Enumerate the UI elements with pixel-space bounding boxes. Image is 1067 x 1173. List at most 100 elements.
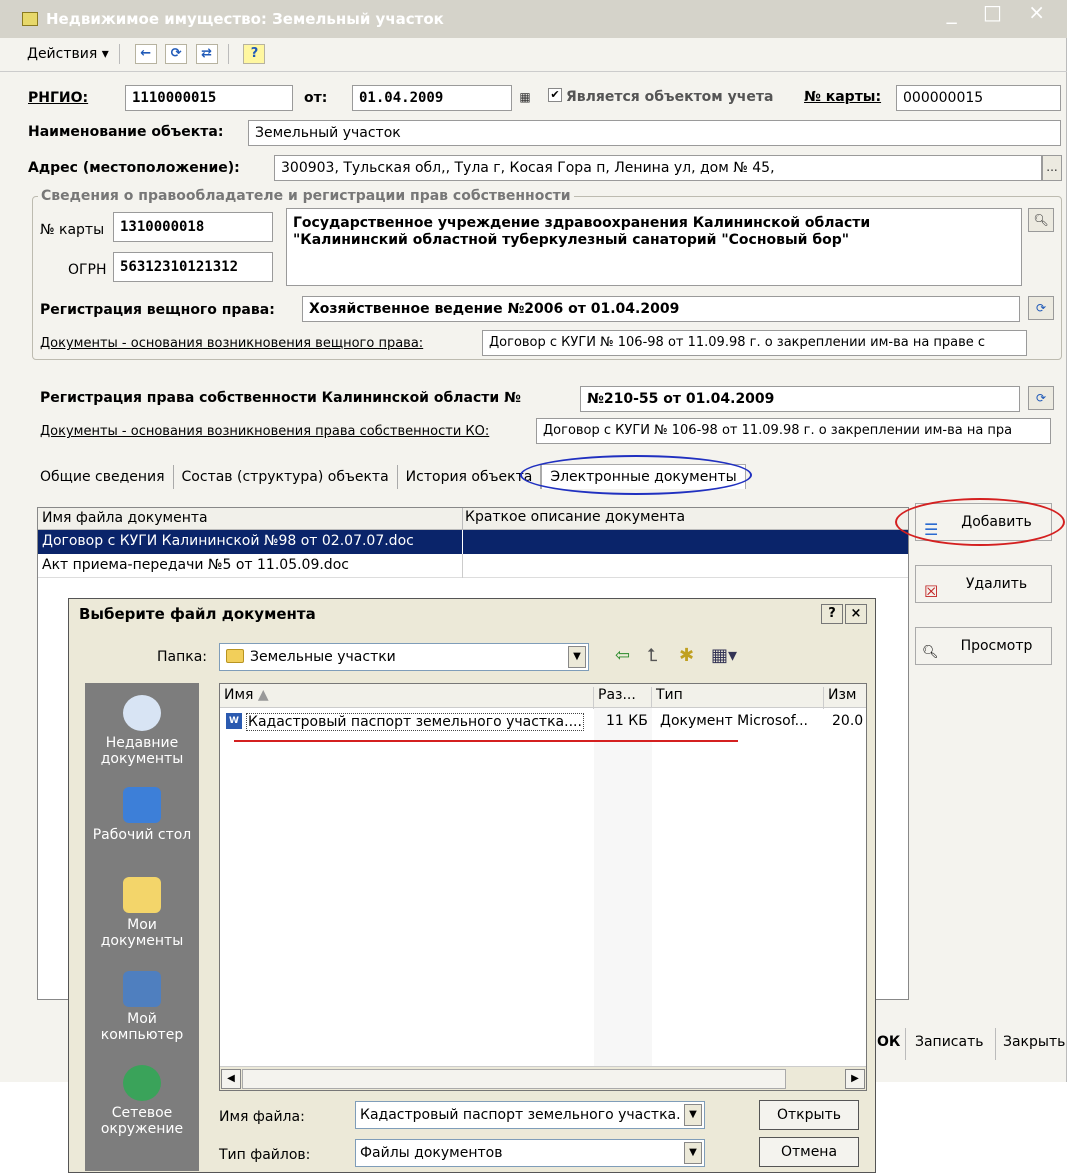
real-right-docs-label: Документы - основания возникновения вещн… [40, 336, 424, 351]
window-controls[interactable]: _ □ × [947, 0, 1055, 24]
real-right-field[interactable]: Хозяйственное ведение №2006 от 01.04.200… [302, 296, 1020, 322]
close-button[interactable]: Закрыть [1003, 1034, 1065, 1050]
column-header-modified[interactable]: Изм [824, 687, 868, 709]
button-separator [995, 1028, 996, 1060]
column-header-size[interactable]: Раз... [594, 687, 652, 709]
back-arrow-icon[interactable]: ← [134, 44, 157, 64]
my-documents-icon [123, 877, 161, 913]
folder-icon [226, 649, 244, 663]
save-button[interactable]: Записать [915, 1034, 984, 1050]
place-my-computer[interactable]: Мой компьютер [85, 971, 199, 1043]
window-title: Недвижимое имущество: Земельный участок [46, 10, 444, 28]
file-type: Документ Microsof... [660, 713, 808, 729]
filename-input[interactable]: Кадастровый паспорт земельного участка. … [355, 1101, 705, 1129]
tab-general[interactable]: Общие сведения [32, 465, 174, 489]
date-field[interactable]: 01.04.2009 [352, 85, 512, 111]
delete-button-label: Удалить [965, 576, 1028, 592]
refresh-icon[interactable]: ⟳ [1028, 296, 1054, 320]
view-menu-icon[interactable]: ▦▾ [711, 645, 737, 666]
places-bar: Недавние документы Рабочий стол Мои доку… [85, 683, 199, 1171]
ownership-label: Регистрация права собственности Калининс… [40, 390, 521, 406]
place-my-documents[interactable]: Мои документы [85, 877, 199, 949]
view-button[interactable]: 🔍︎ Просмотр [915, 627, 1052, 665]
column-header-description[interactable]: Краткое описание документа [462, 508, 685, 530]
dialog-close-button[interactable]: × [845, 604, 867, 624]
ownership-docs-field[interactable]: Договор с КУГИ № 106-98 от 11.09.98 г. о… [536, 418, 1051, 444]
sorted-column-shade [594, 708, 652, 1066]
address-select-button[interactable]: ... [1042, 155, 1062, 181]
red-underline-annotation [234, 740, 738, 742]
ogrn-field[interactable]: 56312310121312 [113, 252, 273, 282]
organization-name-line1: Государственное учреждение здравоохранен… [293, 215, 871, 231]
ogrn-label: ОГРН [68, 262, 107, 278]
real-right-docs-field[interactable]: Договор с КУГИ № 106-98 от 11.09.98 г. о… [482, 330, 1027, 356]
accounting-checkbox[interactable]: ✔ [548, 88, 562, 102]
table-header: Имя файла документа Краткое описание док… [38, 508, 908, 530]
folder-select[interactable]: Земельные участки ▼ [219, 643, 589, 671]
card-number-label: № карты: [804, 89, 882, 105]
refresh-icon[interactable]: ⟳ [165, 44, 188, 64]
refresh-icon[interactable]: ⟳ [1028, 386, 1054, 410]
up-folder-icon[interactable]: ⮤ [647, 645, 658, 666]
scroll-right-icon[interactable]: ▶ [845, 1069, 865, 1089]
scrollbar-thumb[interactable] [242, 1069, 786, 1089]
file-dialog: Выберите файл документа ? × Папка: Земел… [68, 598, 876, 1173]
back-icon[interactable]: ⇦ [615, 645, 630, 666]
table-row[interactable]: Договор с КУГИ Калининской №98 от 02.07.… [38, 530, 908, 554]
exchange-icon[interactable]: ⇄ [195, 44, 218, 64]
document-icon [22, 12, 38, 26]
horizontal-scrollbar[interactable]: ◀ ▶ [220, 1066, 866, 1090]
organization-field[interactable]: Государственное учреждение здравоохранен… [286, 208, 1022, 286]
search-icon[interactable]: 🔍︎ [1028, 208, 1054, 232]
ownership-field[interactable]: №210-55 от 01.04.2009 [580, 386, 1020, 412]
file-list: Имя ▲ Раз... Тип Изм W Кадастровый паспо… [219, 683, 867, 1091]
tab-structure[interactable]: Состав (структура) объекта [173, 465, 398, 489]
address-field[interactable]: 300903, Тульская обл,, Тула г, Косая Гор… [274, 155, 1042, 181]
place-network[interactable]: Сетевое окружение [85, 1065, 199, 1137]
rightholder-card-field[interactable]: 1310000018 [113, 212, 273, 242]
folder-label: Папка: [157, 649, 208, 665]
actions-menu[interactable]: Действия ▾ [27, 46, 109, 62]
scroll-left-icon[interactable]: ◀ [221, 1069, 241, 1089]
toolbar-separator [228, 44, 230, 64]
recent-documents-icon [123, 695, 161, 731]
calendar-icon[interactable]: ▦ [514, 86, 536, 108]
filetype-value: Файлы документов [360, 1145, 503, 1161]
object-name-field[interactable]: Земельный участок [248, 120, 1061, 146]
my-computer-icon [123, 971, 161, 1007]
card-number-field[interactable]: 000000015 [896, 85, 1061, 111]
place-desktop-label: Рабочий стол [92, 827, 192, 843]
ok-button[interactable]: ОК [877, 1034, 900, 1050]
dialog-help-button[interactable]: ? [821, 604, 843, 624]
file-list-header: Имя ▲ Раз... Тип Изм [220, 684, 868, 709]
delete-button[interactable]: ☒ Удалить [915, 565, 1052, 603]
filetype-label: Тип файлов: [219, 1147, 311, 1163]
column-divider [462, 554, 463, 578]
help-icon[interactable]: ? [243, 44, 266, 64]
place-my-computer-label: Мой компьютер [100, 1011, 184, 1043]
open-button[interactable]: Открыть [759, 1100, 859, 1130]
ownership-docs-label: Документы - основания возникновения прав… [40, 424, 490, 439]
rngio-field[interactable]: 1110000015 [125, 85, 293, 111]
column-header-type[interactable]: Тип [652, 687, 824, 709]
filename-label: Имя файла: [219, 1109, 305, 1125]
filetype-select[interactable]: Файлы документов ▼ [355, 1139, 705, 1167]
column-divider [462, 530, 463, 554]
desktop-icon [123, 787, 161, 823]
cancel-button[interactable]: Отмена [759, 1137, 859, 1167]
button-separator [905, 1028, 906, 1060]
blue-annotation-ellipse [520, 455, 752, 495]
chevron-down-icon: ▼ [568, 646, 586, 668]
red-annotation-ellipse [895, 498, 1065, 546]
file-row[interactable]: W Кадастровый паспорт земельного участка… [220, 712, 866, 734]
file-modified: 20.0 [832, 713, 864, 729]
place-recent[interactable]: Недавние документы [85, 695, 199, 767]
place-my-documents-label: Мои документы [100, 917, 184, 949]
new-folder-icon[interactable]: ✱ [679, 645, 694, 666]
file-size: 11 КБ [606, 713, 648, 729]
column-header-filename[interactable]: Имя файла документа [42, 510, 208, 526]
place-desktop[interactable]: Рабочий стол [85, 787, 199, 843]
organization-name-line2: "Калининский областной туберкулезный сан… [293, 232, 850, 248]
column-header-name[interactable]: Имя ▲ [220, 687, 594, 709]
table-row[interactable]: Акт приема-передачи №5 от 11.05.09.doc [38, 554, 908, 578]
